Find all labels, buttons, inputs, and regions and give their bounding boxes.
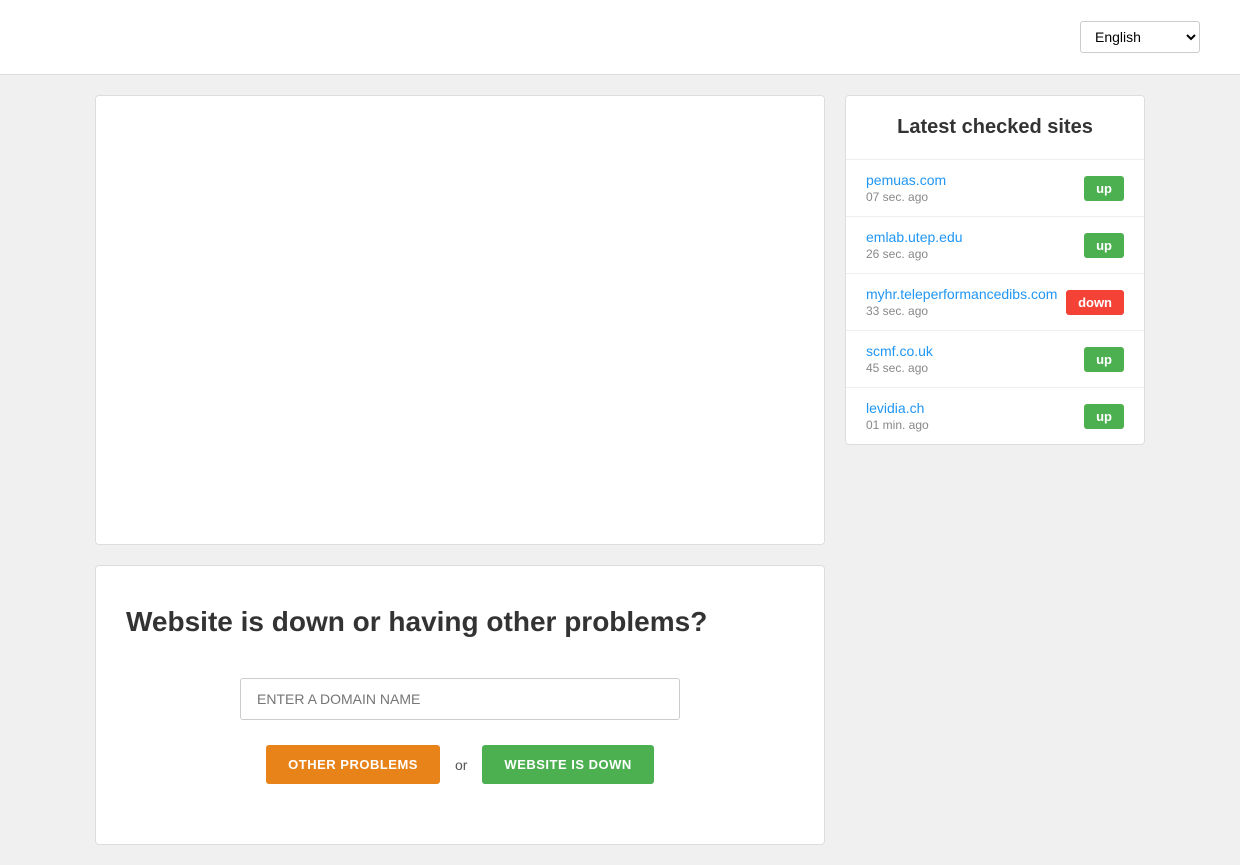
site-time: 07 sec. ago: [866, 190, 946, 204]
other-problems-button[interactable]: OTHER PROBLEMS: [266, 745, 440, 784]
latest-sites-box: Latest checked sites pemuas.com 07 sec. a…: [845, 95, 1145, 445]
site-info: pemuas.com 07 sec. ago: [866, 172, 946, 204]
right-panel: Latest checked sites pemuas.com 07 sec. a…: [845, 95, 1145, 445]
left-panel: Website is down or having other problems…: [95, 95, 825, 845]
site-row: myhr.teleperformancedibs.com 33 sec. ago d…: [846, 274, 1144, 331]
site-info: emlab.utep.edu 26 sec. ago: [866, 229, 963, 261]
status-badge: up: [1084, 233, 1124, 258]
site-row: pemuas.com 07 sec. ago up: [846, 160, 1144, 217]
site-row: levidia.ch 01 min. ago up: [846, 388, 1144, 444]
domain-input-container: [126, 678, 794, 720]
status-badge: up: [1084, 176, 1124, 201]
content-box: [95, 95, 825, 545]
site-info: levidia.ch 01 min. ago: [866, 400, 929, 432]
site-time: 45 sec. ago: [866, 361, 933, 375]
problem-title: Website is down or having other problems…: [126, 606, 794, 638]
language-select[interactable]: EnglishSpanishFrenchGermanPortuguese: [1080, 21, 1200, 53]
site-time: 33 sec. ago: [866, 304, 1057, 318]
website-is-down-button[interactable]: WEBSITE IS DOWN: [482, 745, 653, 784]
site-link[interactable]: levidia.ch: [866, 400, 929, 416]
sites-list: pemuas.com 07 sec. ago up emlab.utep.edu 26 …: [846, 160, 1144, 444]
site-info: myhr.teleperformancedibs.com 33 sec. ago: [866, 286, 1057, 318]
main-layout: Website is down or having other problems…: [0, 75, 1240, 865]
site-link[interactable]: myhr.teleperformancedibs.com: [866, 286, 1057, 302]
domain-input[interactable]: [240, 678, 680, 720]
or-label: or: [455, 757, 467, 773]
site-info: scmf.co.uk 45 sec. ago: [866, 343, 933, 375]
header: EnglishSpanishFrenchGermanPortuguese: [0, 0, 1240, 75]
site-link[interactable]: scmf.co.uk: [866, 343, 933, 359]
status-badge: up: [1084, 404, 1124, 429]
status-badge: down: [1066, 290, 1124, 315]
site-time: 26 sec. ago: [866, 247, 963, 261]
problem-section: Website is down or having other problems…: [95, 565, 825, 845]
latest-sites-title: Latest checked sites: [866, 116, 1124, 139]
status-badge: up: [1084, 347, 1124, 372]
site-row: emlab.utep.edu 26 sec. ago up: [846, 217, 1144, 274]
latest-sites-header: Latest checked sites: [846, 96, 1144, 160]
site-time: 01 min. ago: [866, 418, 929, 432]
site-link[interactable]: pemuas.com: [866, 172, 946, 188]
site-row: scmf.co.uk 45 sec. ago up: [846, 331, 1144, 388]
buttons-row: OTHER PROBLEMS or WEBSITE IS DOWN: [126, 745, 794, 784]
site-link[interactable]: emlab.utep.edu: [866, 229, 963, 245]
